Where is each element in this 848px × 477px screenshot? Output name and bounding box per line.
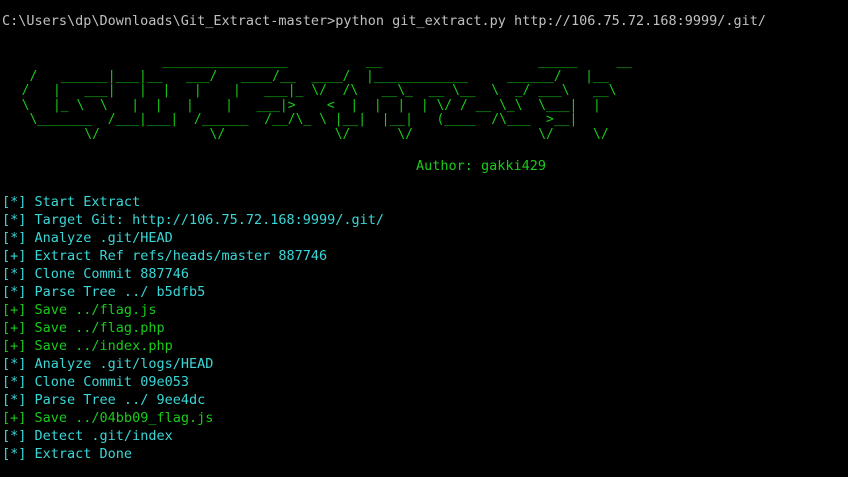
log-text: Extract Done xyxy=(34,446,133,462)
log-line-parse-tree-2: [*] Parse Tree ../ 9ee4dc xyxy=(2,391,384,409)
log-tag: [*] xyxy=(2,284,27,300)
log-tag: [*] xyxy=(2,356,27,372)
log-text: Save ../index.php xyxy=(34,338,173,354)
log-tag: [*] xyxy=(2,392,27,408)
log-text: Parse Tree ../ b5dfb5 xyxy=(34,284,206,300)
log-line-clone-commit-2: [*] Clone Commit 09e053 xyxy=(2,373,384,391)
log-tag: [*] xyxy=(2,230,27,246)
log-text: Save ../flag.js xyxy=(34,302,157,318)
log-text: Clone Commit 887746 xyxy=(34,266,189,282)
log-tag: [+] xyxy=(2,302,27,318)
log-line-detect-index: [*] Detect .git/index xyxy=(2,427,384,445)
command-line: C:\Users\dp\Downloads\Git_Extract-master… xyxy=(2,13,767,29)
log-text: Analyze .git/HEAD xyxy=(34,230,173,246)
log-text: Parse Tree ../ 9ee4dc xyxy=(34,392,206,408)
log-text: Save ../flag.php xyxy=(34,320,165,336)
log-tag: [*] xyxy=(2,194,27,210)
log-tag: [+] xyxy=(2,248,27,264)
log-text: Extract Ref refs/heads/master 887746 xyxy=(34,248,328,264)
console-window[interactable]: C:\Users\dp\Downloads\Git_Extract-master… xyxy=(0,0,848,477)
ascii-banner: ________________ __ _____ __ / ______|__… xyxy=(21,54,633,142)
log-text: Save ../04bb09_flag.js xyxy=(34,410,214,426)
log-line-parse-tree: [*] Parse Tree ../ b5dfb5 xyxy=(2,283,384,301)
log-line-save-flag-php: [+] Save ../flag.php xyxy=(2,319,384,337)
banner-author: Author: gakki429 xyxy=(416,158,547,174)
log-line-save-index-php: [+] Save ../index.php xyxy=(2,337,384,355)
log-line-target-git: [*] Target Git: http://106.75.72.168:999… xyxy=(2,211,384,229)
log-line-extract-done: [*] Extract Done xyxy=(2,445,384,463)
log-text: Target Git: http://106.75.72.168:9999/.g… xyxy=(34,212,385,228)
log-line-save-old-flag-js: [+] Save ../04bb09_flag.js xyxy=(2,409,384,427)
log-text: Analyze .git/logs/HEAD xyxy=(34,356,214,372)
log-line-extract-ref: [+] Extract Ref refs/heads/master 887746 xyxy=(2,247,384,265)
log-tag: [+] xyxy=(2,320,27,336)
log-line-start-extract: [*] Start Extract xyxy=(2,193,384,211)
log-line-analyze-logs-head: [*] Analyze .git/logs/HEAD xyxy=(2,355,384,373)
log-line-save-flag-js: [+] Save ../flag.js xyxy=(2,301,384,319)
log-tag: [*] xyxy=(2,428,27,444)
log-tag: [*] xyxy=(2,266,27,282)
output-log: [*] Start Extract [*] Target Git: http:/… xyxy=(2,193,384,463)
log-text: Start Extract xyxy=(34,194,141,210)
log-tag: [*] xyxy=(2,446,27,462)
log-tag: [*] xyxy=(2,212,27,228)
log-text: Clone Commit 09e053 xyxy=(34,374,189,390)
log-tag: [+] xyxy=(2,410,27,426)
log-tag: [+] xyxy=(2,338,27,354)
log-line-clone-commit: [*] Clone Commit 887746 xyxy=(2,265,384,283)
log-tag: [*] xyxy=(2,374,27,390)
log-text: Detect .git/index xyxy=(34,428,173,444)
log-line-analyze-head: [*] Analyze .git/HEAD xyxy=(2,229,384,247)
